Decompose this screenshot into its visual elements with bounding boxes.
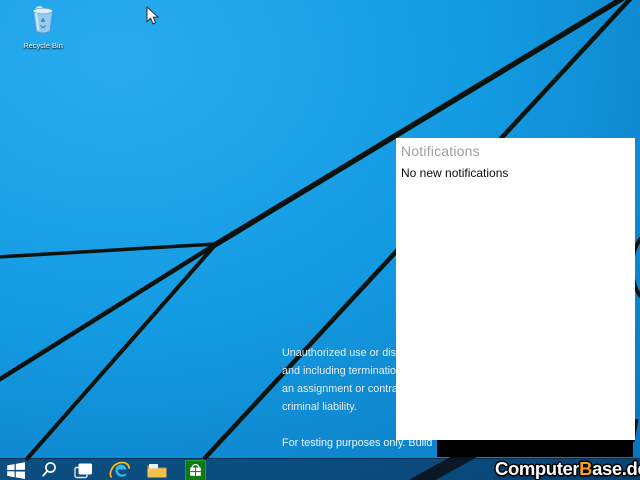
computerbase-watermark: ComputerBase.de — [495, 459, 640, 478]
search-button[interactable] — [36, 459, 62, 480]
task-view-icon — [73, 462, 93, 479]
computerbase-watermark-prefix: Computer — [495, 458, 579, 479]
notifications-title: Notifications — [401, 143, 480, 159]
dark-window-strip — [437, 440, 633, 457]
file-explorer-button[interactable] — [144, 459, 170, 480]
start-button[interactable] — [3, 459, 29, 480]
computerbase-watermark-suffix: ase.de — [592, 458, 640, 479]
internet-explorer-button[interactable] — [107, 459, 133, 480]
desktop-screen: Unauthorized use or disclosure and inclu… — [0, 0, 640, 480]
notification-center-flyout: Notifications No new notifications — [396, 138, 635, 440]
computerbase-watermark-accent: B — [579, 458, 592, 479]
store-button[interactable] — [182, 459, 208, 480]
task-view-button[interactable] — [70, 459, 96, 480]
windows-logo-icon — [6, 462, 26, 479]
internet-explorer-icon — [109, 460, 131, 480]
store-icon — [185, 460, 206, 480]
notifications-empty-message: No new notifications — [401, 166, 508, 180]
recycle-bin-shortcut[interactable]: Recycle Bin — [14, 3, 72, 47]
search-icon — [40, 461, 58, 479]
mouse-cursor — [146, 6, 160, 26]
recycle-bin-label: Recycle Bin — [14, 42, 72, 50]
file-explorer-icon — [146, 462, 168, 479]
recycle-bin-icon — [28, 3, 58, 36]
